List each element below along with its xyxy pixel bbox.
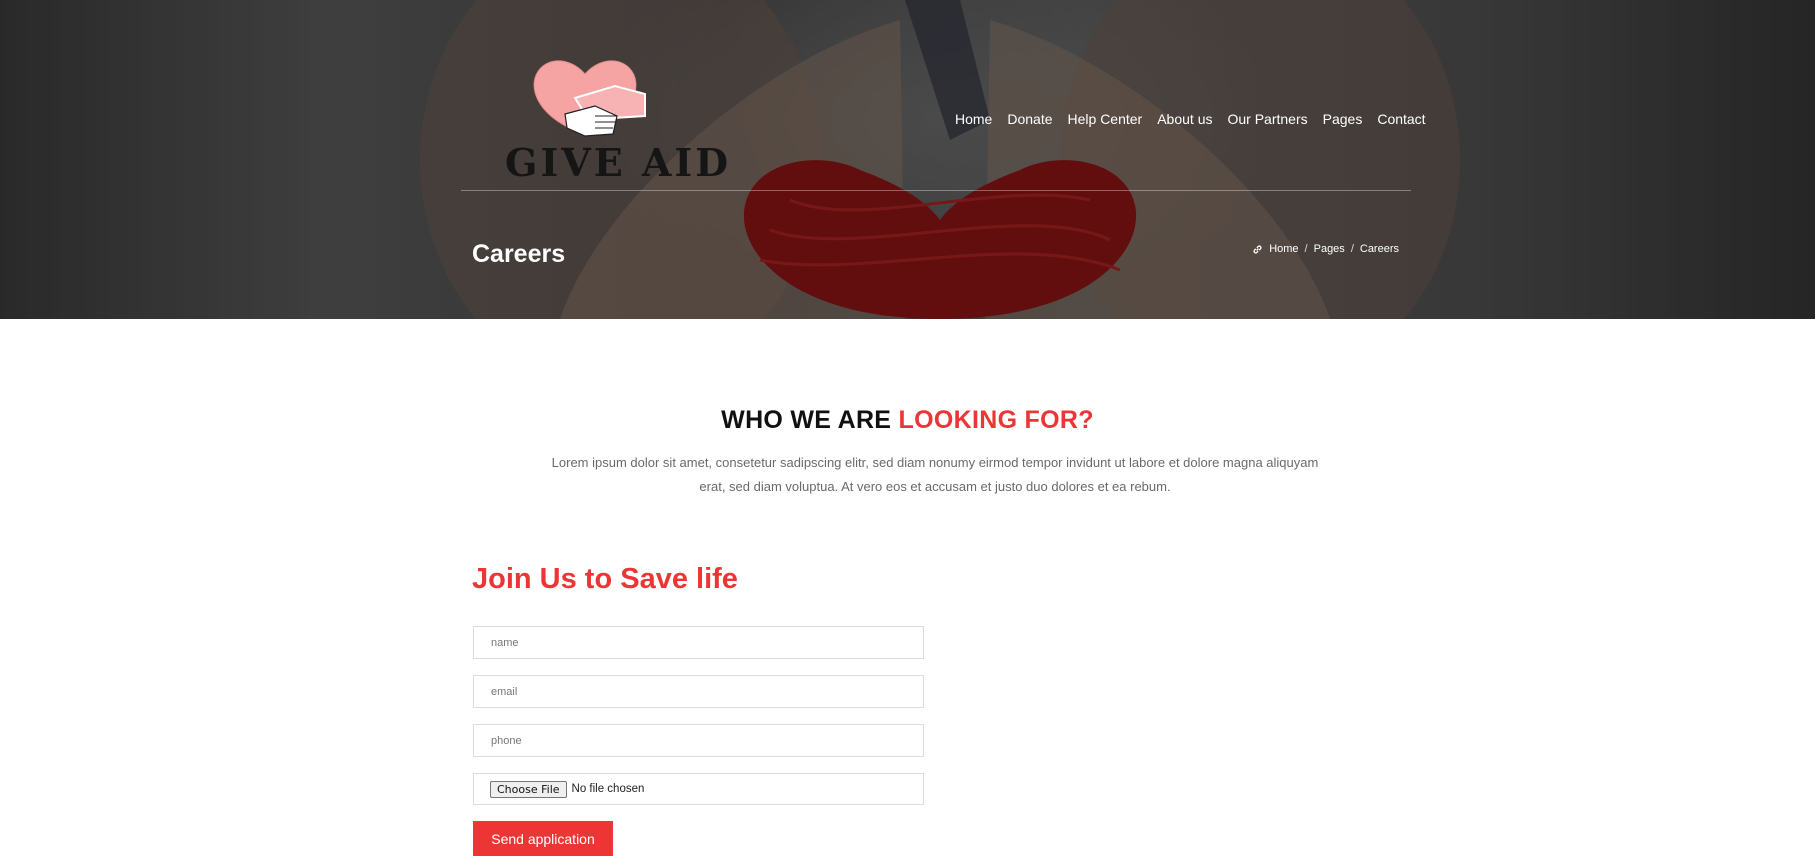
heading-main: WHO WE ARE xyxy=(721,406,892,434)
nav-home[interactable]: Home xyxy=(955,111,992,127)
header-divider xyxy=(461,190,1411,191)
breadcrumb-separator: / xyxy=(1304,243,1308,255)
join-form-title: Join Us to Save life xyxy=(472,563,738,595)
main-navigation: Home Donate Help Center About us Our Par… xyxy=(955,111,1426,127)
email-field[interactable] xyxy=(473,675,924,708)
hero-banner: GIVE AID Home Donate Help Center About u… xyxy=(0,0,1815,319)
breadcrumb-separator: / xyxy=(1350,243,1354,255)
nav-about-us[interactable]: About us xyxy=(1157,111,1212,127)
choose-file-button[interactable]: Choose File xyxy=(490,780,567,798)
who-we-are-description: Lorem ipsum dolor sit amet, consetetur s… xyxy=(551,455,1319,494)
nav-pages[interactable]: Pages xyxy=(1323,111,1363,127)
send-application-button[interactable]: Send application xyxy=(473,821,613,856)
nav-help-center[interactable]: Help Center xyxy=(1068,111,1143,127)
nav-donate[interactable]: Donate xyxy=(1007,111,1052,127)
hero-overlay xyxy=(0,0,1815,319)
phone-field[interactable] xyxy=(473,724,924,757)
breadcrumb: Home / Pages / Careers xyxy=(1252,243,1399,255)
file-status: No file chosen xyxy=(571,783,645,795)
page-title: Careers xyxy=(472,240,566,268)
nav-our-partners[interactable]: Our Partners xyxy=(1227,111,1307,127)
resume-file-input: Choose File No file chosen xyxy=(473,773,924,805)
name-field[interactable] xyxy=(473,626,924,659)
link-icon xyxy=(1253,244,1262,254)
nav-contact[interactable]: Contact xyxy=(1377,111,1425,127)
who-we-are-heading: WHO WE ARE LOOKING FOR? xyxy=(0,406,1815,435)
brand-name: GIVE AID xyxy=(505,140,732,185)
breadcrumb-home[interactable]: Home xyxy=(1269,243,1298,255)
breadcrumb-pages[interactable]: Pages xyxy=(1314,243,1345,255)
breadcrumb-current: Careers xyxy=(1359,243,1399,255)
heading-accent: LOOKING FOR? xyxy=(898,406,1094,434)
